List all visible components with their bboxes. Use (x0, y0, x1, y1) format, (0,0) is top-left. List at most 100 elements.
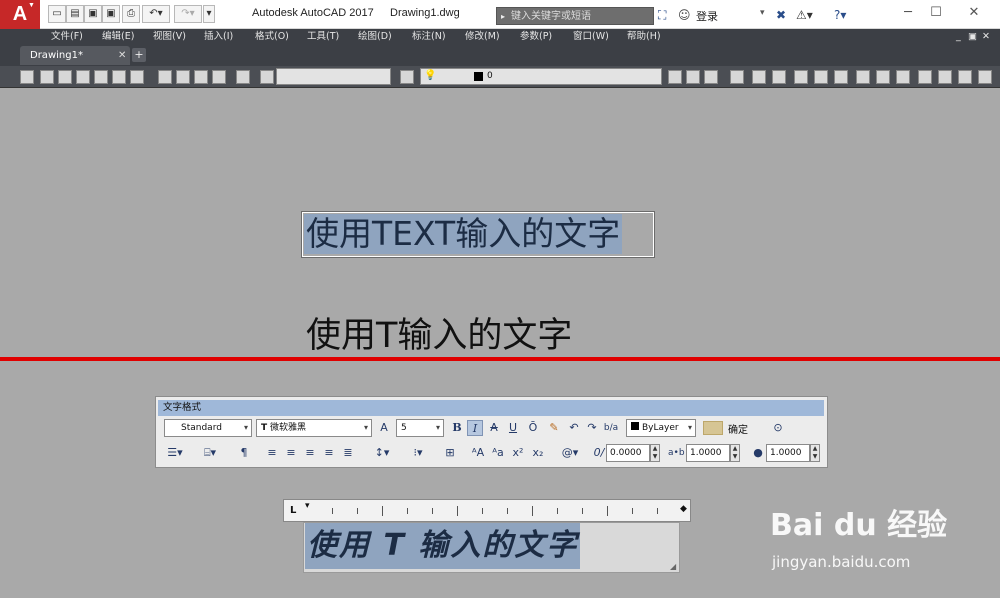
dim-baseline-icon[interactable] (918, 70, 932, 84)
dim-angular-icon[interactable] (876, 70, 890, 84)
dim-radius-icon[interactable] (814, 70, 828, 84)
distribute-icon[interactable]: ≣ (340, 445, 356, 461)
text-color-dropdown[interactable]: ByLayer ▾ (626, 419, 696, 437)
undo-icon[interactable]: ↶▾ (142, 5, 170, 23)
underline-button[interactable]: U (505, 420, 521, 436)
doc-minimize-button[interactable]: _ (956, 29, 961, 44)
superscript-icon[interactable]: x² (510, 445, 526, 461)
columns-icon[interactable]: ☰▾ (163, 445, 187, 461)
application-menu-button[interactable]: A ▼ (0, 0, 40, 29)
layer-properties-icon[interactable] (400, 70, 414, 84)
layer-dropdown[interactable]: 0 (420, 68, 662, 85)
lightbulb-icon[interactable]: 💡 (424, 70, 436, 81)
doc-close-button[interactable]: ✕ (982, 29, 990, 44)
exchange-icon[interactable]: ✖ (776, 8, 786, 22)
menu-format[interactable]: 格式(O) (255, 29, 289, 44)
tab-stop-icon[interactable]: L (290, 505, 296, 516)
paragraph-icon[interactable]: ¶ (236, 445, 252, 461)
a360-icon[interactable]: ⚠▾ (796, 8, 813, 22)
login-dropdown-icon[interactable]: ▾ (760, 8, 765, 18)
tracking-spinner[interactable]: ▲ ▼ (730, 444, 740, 462)
camera-icon[interactable] (236, 70, 250, 84)
dim-linear-icon[interactable] (730, 70, 744, 84)
save-as-icon[interactable]: ▣ (102, 5, 120, 23)
redo-icon[interactable]: ↷ (584, 420, 600, 436)
redo-icon[interactable]: ↷▾ (174, 5, 202, 23)
mtext-justify-icon[interactable]: ⌸▾ (198, 445, 222, 461)
minimize-button[interactable]: ─ (898, 4, 918, 22)
align-center-icon[interactable]: ≡ (283, 445, 299, 461)
binoculars-icon[interactable]: ⛶ (658, 8, 666, 23)
italic-button[interactable]: I (467, 420, 483, 436)
stack-icon[interactable]: b/a (603, 420, 619, 436)
print-icon[interactable]: ⎙ (122, 5, 140, 23)
view-right-icon[interactable] (94, 70, 108, 84)
width-factor-input[interactable]: 1.0000 (766, 444, 810, 462)
ruler-toggle-button[interactable] (703, 421, 723, 435)
view-manager-icon[interactable] (260, 70, 274, 84)
menu-view[interactable]: 视图(V) (153, 29, 186, 44)
menu-modify[interactable]: 修改(M) (465, 29, 500, 44)
menu-help[interactable]: 帮助(H) (627, 29, 661, 44)
login-button[interactable]: 登录 (696, 8, 718, 24)
menu-dimension[interactable]: 标注(N) (412, 29, 446, 44)
new-tab-button[interactable]: + (132, 48, 146, 62)
uppercase-icon[interactable]: ᴬA (470, 445, 486, 461)
oblique-angle-input[interactable]: 0.0000 (606, 444, 650, 462)
open-icon[interactable]: ▤ (66, 5, 84, 23)
oblique-spinner[interactable]: ▲ ▼ (650, 444, 660, 462)
iso-ne-icon[interactable] (194, 70, 208, 84)
menu-window[interactable]: 窗口(W) (573, 29, 609, 44)
dim-aligned-icon[interactable] (752, 70, 766, 84)
view-bottom-icon[interactable] (58, 70, 72, 84)
layer-previous-icon[interactable] (704, 70, 718, 84)
font-color-icon[interactable]: ✎ (546, 420, 562, 436)
text-entity-text[interactable]: 使用TEXT输入的文字 (304, 214, 623, 254)
options-chevron-icon[interactable]: ⊙ (770, 420, 786, 436)
dim-diameter-icon[interactable] (856, 70, 870, 84)
lowercase-icon[interactable]: ᴬa (490, 445, 506, 461)
dim-ordinate-icon[interactable] (794, 70, 808, 84)
search-input[interactable]: 键入关键字或短语 (496, 7, 654, 26)
dim-space-icon[interactable] (958, 70, 972, 84)
text-height-dropdown[interactable]: 5 ▾ (396, 419, 444, 437)
align-right-icon[interactable]: ≡ (302, 445, 318, 461)
new-icon[interactable]: ▭ (48, 5, 66, 23)
toolbar-grip-icon[interactable] (20, 70, 34, 84)
save-icon[interactable]: ▣ (84, 5, 102, 23)
close-window-button[interactable]: ✕ (964, 4, 984, 22)
menu-draw[interactable]: 绘图(D) (358, 29, 392, 44)
tab-close-icon[interactable]: ✕ (118, 46, 126, 65)
font-dropdown[interactable]: T 微软雅黑 ▾ (256, 419, 372, 437)
qat-customize-icon[interactable]: ▾ (203, 5, 215, 23)
mtext-ruler[interactable] (283, 499, 691, 522)
view-top-icon[interactable] (40, 70, 54, 84)
view-front-icon[interactable] (112, 70, 126, 84)
maximize-button[interactable]: ☐ (926, 4, 946, 22)
menu-insert[interactable]: 插入(I) (204, 29, 233, 44)
quick-dim-icon[interactable] (896, 70, 910, 84)
tab-drawing1[interactable]: Drawing1* (20, 46, 130, 65)
ok-button[interactable]: 确定 (728, 421, 748, 436)
view-left-icon[interactable] (76, 70, 90, 84)
menu-tools[interactable]: 工具(T) (307, 29, 339, 44)
dim-jogged-icon[interactable] (834, 70, 848, 84)
ruler-end-handle-icon[interactable]: ◆ (680, 504, 687, 514)
numbering-icon[interactable]: ⁝▾ (406, 445, 430, 461)
text-entity-mtext[interactable]: 使用T输入的文字 (306, 315, 572, 357)
insert-field-icon[interactable]: ⊞ (442, 445, 458, 461)
strikethrough-button[interactable]: A (486, 420, 502, 436)
help-icon[interactable]: ?▾ (834, 8, 846, 22)
doc-restore-button[interactable]: ▣ (968, 29, 977, 44)
dim-continue-icon[interactable] (938, 70, 952, 84)
dim-break-icon[interactable] (978, 70, 992, 84)
tracking-input[interactable]: 1.0000 (686, 444, 730, 462)
menu-edit[interactable]: 编辑(E) (102, 29, 134, 44)
mtext-editing-text[interactable]: 使用 T 输入的文字 (305, 523, 581, 569)
dim-arc-icon[interactable] (772, 70, 786, 84)
iso-nw-icon[interactable] (212, 70, 226, 84)
width-factor-spinner[interactable]: ▲ ▼ (810, 444, 820, 462)
view-back-icon[interactable] (130, 70, 144, 84)
named-view-dropdown[interactable] (276, 68, 391, 85)
justify-icon[interactable]: ≡ (321, 445, 337, 461)
